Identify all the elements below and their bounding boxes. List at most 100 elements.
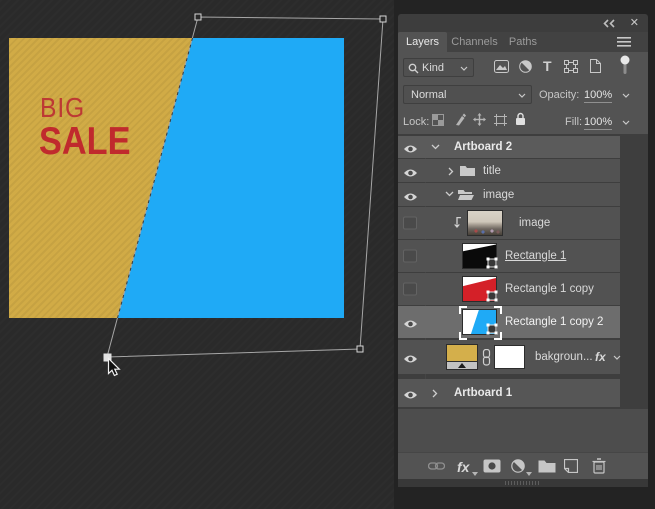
layer-row-title-group[interactable]: title: [398, 159, 620, 182]
chevron-right-icon[interactable]: [448, 167, 454, 176]
visibility-eye-icon[interactable]: [403, 387, 419, 399]
layer-label: Artboard 1: [454, 387, 513, 399]
panel-tab-bar: Layers Channels Paths: [398, 32, 648, 52]
new-layer-icon[interactable]: [564, 459, 578, 473]
effects-collapse-chevron-icon[interactable]: [613, 355, 621, 360]
layer-label: Rectangle 1 copy 2: [505, 316, 604, 328]
filter-kind-dropdown[interactable]: Kind: [403, 58, 474, 77]
panel-controls: Kind T Normal Opacity: 100% Lock: Fill: …: [398, 52, 648, 134]
transform-target-bracket: [459, 306, 467, 314]
layer-row-image-group[interactable]: image: [398, 183, 620, 206]
layer-row-background[interactable]: bakgroun... fx: [398, 340, 621, 374]
fill-label: Fill:: [565, 116, 583, 128]
visibility-eye-icon[interactable]: [403, 189, 419, 201]
layer-row-rectangle-1[interactable]: Rectangle 1: [398, 240, 620, 272]
opacity-value[interactable]: 100%: [584, 89, 613, 103]
layer-label: image: [519, 217, 551, 229]
new-group-icon[interactable]: [538, 460, 556, 473]
layer-list-empty-area: [398, 409, 648, 452]
layer-effects-fx-label[interactable]: fx: [595, 351, 606, 363]
layer-row-artboard-2[interactable]: Artboard 2: [398, 136, 620, 158]
filter-adjustment-layers-icon[interactable]: [519, 60, 532, 73]
layer-style-menu-arrow-icon: [472, 472, 478, 476]
layer-label: bakgroun...: [535, 351, 593, 363]
tab-channels[interactable]: Channels: [447, 32, 502, 52]
blend-mode-value: Normal: [411, 89, 447, 101]
tab-paths[interactable]: Paths: [502, 32, 544, 52]
layer-label: Rectangle 1 copy: [505, 283, 594, 295]
transform-handle-bottom-right[interactable]: [356, 345, 364, 353]
transform-handle-top-right[interactable]: [379, 15, 387, 23]
folder-open-icon: [458, 190, 474, 200]
filter-type-layers-icon[interactable]: T: [543, 58, 552, 74]
search-icon: [408, 63, 419, 74]
visibility-eye-icon[interactable]: [403, 351, 419, 363]
layer-label: title: [483, 164, 501, 177]
chevron-down-icon: [460, 66, 468, 71]
artboard-canvas[interactable]: BIG SALE: [9, 38, 344, 318]
transform-handle-bottom-left-active[interactable]: [103, 353, 112, 362]
opacity-chevron-icon[interactable]: [622, 93, 630, 98]
filter-toggle-icon[interactable]: [619, 55, 631, 75]
filter-kind-label: Kind: [422, 62, 445, 74]
transform-handle-top-left[interactable]: [194, 13, 202, 21]
image-layer-thumbnail[interactable]: [467, 210, 503, 236]
visibility-toggle-empty[interactable]: [403, 249, 417, 263]
layer-list: Artboard 2 title image image Rectangle 1…: [398, 134, 648, 409]
transform-target-bracket: [459, 332, 467, 340]
link-layers-icon[interactable]: [428, 460, 445, 472]
chevron-down-icon[interactable]: [431, 144, 440, 150]
panel-bottom-toolbar: fx: [398, 452, 648, 479]
layer-mask-thumbnail[interactable]: [494, 345, 525, 369]
panel-resize-strip: [398, 479, 648, 487]
visibility-toggle-empty[interactable]: [403, 216, 417, 230]
visibility-eye-icon[interactable]: [403, 141, 419, 153]
layer-label: Rectangle 1: [505, 250, 567, 262]
fill-chevron-icon[interactable]: [622, 120, 630, 125]
fill-layer-thumbnail[interactable]: [446, 344, 478, 370]
tab-layers[interactable]: Layers: [398, 32, 447, 52]
lock-position-icon[interactable]: [473, 113, 486, 126]
layer-row-artboard-1[interactable]: Artboard 1: [398, 379, 620, 407]
layer-row-image[interactable]: image: [398, 207, 620, 239]
close-panel-icon[interactable]: ✕: [630, 16, 639, 29]
chevron-down-icon[interactable]: [445, 191, 454, 197]
add-layer-mask-icon[interactable]: [483, 459, 501, 473]
folder-closed-icon: [460, 166, 475, 176]
transform-target-bracket: [494, 306, 502, 314]
panel-menu-icon[interactable]: [617, 37, 631, 47]
visibility-eye-icon[interactable]: [403, 165, 419, 177]
lock-artboard-nesting-icon[interactable]: [494, 114, 507, 126]
add-adjustment-layer-icon[interactable]: [511, 459, 525, 473]
photoshop-workspace: BIG SALE ✕ Layers Channels Paths Kind T …: [0, 0, 655, 509]
mouse-cursor-icon: [107, 357, 121, 377]
panel-resize-grip[interactable]: [505, 481, 541, 485]
canvas-big-text: BIG: [40, 92, 86, 123]
fill-value[interactable]: 100%: [584, 116, 613, 130]
filter-pixel-layers-icon[interactable]: [494, 60, 509, 73]
chevron-right-icon[interactable]: [432, 389, 438, 398]
lock-all-icon[interactable]: [515, 112, 526, 126]
lock-label: Lock:: [403, 116, 430, 128]
visibility-eye-icon[interactable]: [403, 316, 419, 328]
filter-shape-layers-icon[interactable]: [564, 60, 578, 73]
filter-smart-objects-icon[interactable]: [589, 59, 601, 73]
mask-link-icon[interactable]: [482, 349, 491, 366]
layer-row-rectangle-1-copy-2[interactable]: Rectangle 1 copy 2: [398, 306, 620, 340]
visibility-toggle-empty[interactable]: [403, 282, 417, 296]
lock-image-pixels-icon[interactable]: [453, 113, 466, 126]
collapse-panels-icon[interactable]: [603, 19, 616, 28]
layer-row-rectangle-1-copy[interactable]: Rectangle 1 copy: [398, 273, 620, 305]
vector-mask-badge-icon: [486, 290, 498, 302]
adjustment-menu-arrow-icon: [526, 472, 532, 476]
layers-panel: ✕ Layers Channels Paths Kind T Normal Op…: [398, 14, 648, 487]
layer-label: image: [483, 188, 515, 201]
canvas-sale-text: SALE: [39, 120, 131, 163]
add-layer-style-icon[interactable]: fx: [457, 460, 469, 474]
blend-mode-dropdown[interactable]: Normal: [403, 85, 532, 104]
panel-header-bar: ✕: [398, 14, 648, 32]
lock-transparent-pixels-icon[interactable]: [432, 114, 444, 126]
opacity-label: Opacity:: [539, 89, 580, 101]
chevron-down-icon: [518, 93, 526, 98]
delete-layer-icon[interactable]: [592, 458, 606, 474]
